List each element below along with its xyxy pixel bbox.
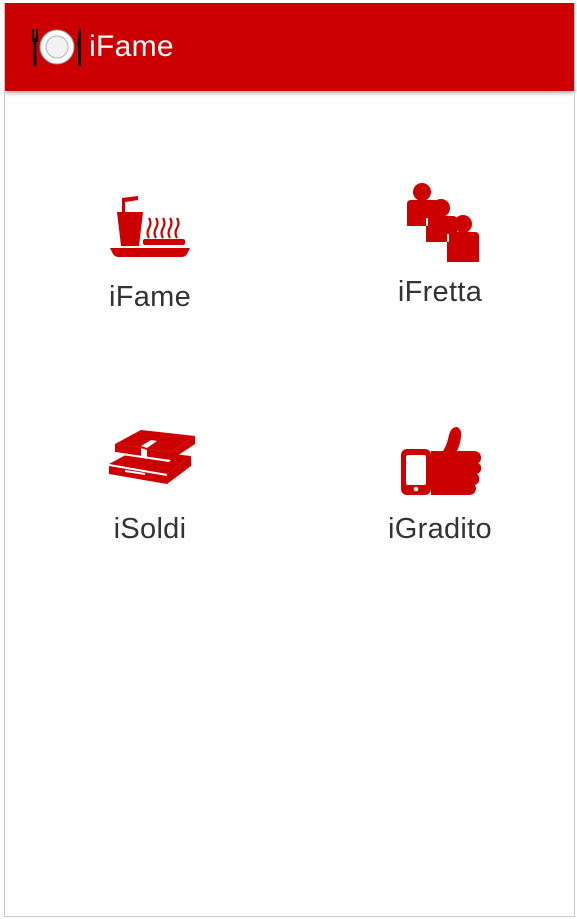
menu-item-label: iGradito — [388, 513, 492, 545]
menu-item-label: iFretta — [397, 276, 483, 308]
menu-item-igradito[interactable]: iGradito — [340, 421, 540, 546]
menu-item-label: iSoldi — [113, 513, 187, 545]
menu-item-ifame[interactable]: iFame — [50, 189, 250, 314]
menu-item-isoldi[interactable]: iSoldi — [50, 421, 250, 546]
menu-item-ifretta[interactable]: iFretta — [340, 183, 540, 309]
menu-item-label: iFame — [108, 281, 192, 313]
app-screen: iFame iFame iFretta iSoldi iGradito — [4, 3, 575, 917]
people-queue-icon — [395, 183, 485, 264]
phone-thumbs-up-icon — [395, 421, 485, 501]
action-bar: iFame — [5, 3, 574, 91]
money-stack-icon — [105, 421, 195, 501]
plate-fork-knife-icon[interactable] — [29, 25, 85, 69]
app-title: iFame — [89, 30, 174, 63]
meal-tray-icon — [105, 189, 195, 269]
